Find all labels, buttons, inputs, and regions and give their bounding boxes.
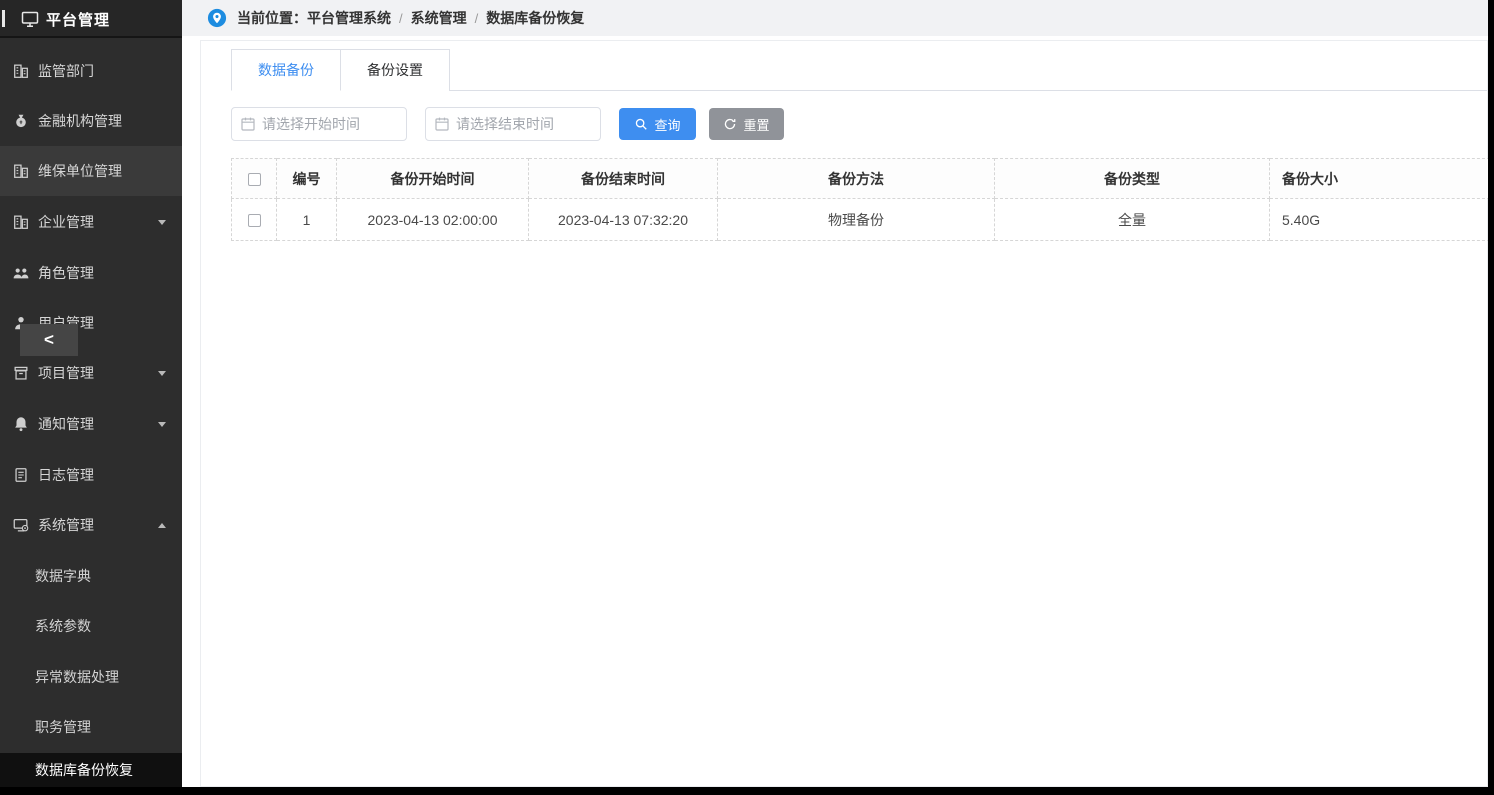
sidebar-collapse-toggle[interactable]: <: [20, 324, 78, 356]
header-start-time: 备份开始时间: [337, 159, 529, 199]
cell-id: 1: [277, 199, 337, 241]
building-icon: [12, 62, 30, 80]
app-window: 平台管理 监管部门 金融机构管理 维保单位管理 企业管理 角色管理 用户管理: [0, 0, 1494, 795]
breadcrumb-segment-db-backup: 数据库备份恢复: [486, 8, 584, 28]
cell-end-time: 2023-04-13 07:32:20: [529, 199, 718, 241]
breadcrumb-segment-platform: 平台管理系统: [307, 8, 391, 28]
sidebar-item-label: 项目管理: [38, 363, 158, 383]
header-type: 备份类型: [995, 159, 1270, 199]
search-icon: [634, 117, 648, 131]
sidebar-subitem-db-backup-restore[interactable]: 数据库备份恢复: [0, 753, 182, 787]
tab-data-backup[interactable]: 数据备份: [231, 49, 341, 91]
bell-icon: [12, 415, 30, 433]
sidebar-item-supervision-dept[interactable]: 监管部门: [0, 46, 182, 96]
select-all-cell: [232, 159, 277, 199]
app-title: 平台管理: [46, 9, 110, 30]
sidebar-item-system[interactable]: 系统管理: [0, 500, 182, 550]
sidebar-item-label: 系统管理: [38, 515, 158, 535]
moneybag-icon: [12, 112, 30, 130]
main-area: 当前位置： 平台管理系统 / 系统管理 / 数据库备份恢复 数据备份 备份设置: [182, 0, 1488, 787]
box-icon: [12, 364, 30, 382]
calendar-icon: [240, 116, 256, 132]
row-checkbox[interactable]: [248, 214, 261, 227]
tab-bar: 数据备份 备份设置: [231, 49, 1487, 91]
refresh-icon: [723, 117, 737, 131]
monitor-icon: [20, 9, 40, 29]
breadcrumb: 当前位置： 平台管理系统 / 系统管理 / 数据库备份恢复: [182, 0, 1488, 36]
row-select-cell: [232, 199, 277, 241]
sidebar-item-label: 通知管理: [38, 414, 158, 434]
screen-edge-right: [1488, 0, 1494, 795]
tab-backup-settings[interactable]: 备份设置: [341, 49, 450, 91]
sidebar-item-role[interactable]: 角色管理: [0, 248, 182, 298]
sidebar-subitem-label: 系统参数: [35, 616, 91, 636]
cell-start-time: 2023-04-13 02:00:00: [337, 199, 529, 241]
location-pin-icon: [207, 8, 227, 28]
sidebar-subitem-label: 数据库备份恢复: [35, 760, 133, 780]
sidebar-item-label: 维保单位管理: [38, 161, 182, 181]
sidebar-subitem-label: 数据字典: [35, 566, 91, 586]
building-icon: [12, 162, 30, 180]
sidebar-item-label: 角色管理: [38, 263, 182, 283]
breadcrumb-prefix: 当前位置：: [237, 8, 307, 28]
collapse-chevron-icon: <: [44, 330, 54, 350]
sidebar-item-notification[interactable]: 通知管理: [0, 399, 182, 449]
building-icon: [12, 213, 30, 231]
sidebar: 平台管理 监管部门 金融机构管理 维保单位管理 企业管理 角色管理 用户管理: [0, 0, 182, 787]
query-button-label: 查询: [654, 115, 680, 134]
breadcrumb-separator: /: [475, 11, 479, 26]
sidebar-item-maintenance-unit[interactable]: 维保单位管理: [0, 146, 182, 196]
sidebar-subitem-position-mgmt[interactable]: 职务管理: [0, 702, 182, 752]
header-end-time: 备份结束时间: [529, 159, 718, 199]
reset-button[interactable]: 重置: [709, 108, 784, 140]
sidebar-item-label: 监管部门: [38, 61, 182, 81]
log-icon: [12, 466, 30, 484]
sidebar-item-label: 金融机构管理: [38, 111, 182, 131]
sidebar-item-label: 日志管理: [38, 465, 182, 485]
filter-row: 查询 重置: [231, 107, 784, 141]
header-id: 编号: [277, 159, 337, 199]
cell-method: 物理备份: [718, 199, 995, 241]
chevron-down-icon: [158, 371, 166, 376]
end-time-input[interactable]: [456, 108, 596, 140]
sidebar-subitem-abnormal-data[interactable]: 异常数据处理: [0, 652, 182, 702]
start-time-picker[interactable]: [231, 107, 407, 141]
sidebar-subitem-label: 职务管理: [35, 717, 91, 737]
chevron-down-icon: [158, 220, 166, 225]
breadcrumb-separator: /: [399, 11, 403, 26]
monitor-gear-icon: [12, 516, 30, 534]
chevron-up-icon: [158, 523, 166, 528]
table-row: 1 2023-04-13 02:00:00 2023-04-13 07:32:2…: [232, 199, 1490, 241]
breadcrumb-segment-system: 系统管理: [411, 8, 467, 28]
start-time-input[interactable]: [262, 108, 402, 140]
end-time-picker[interactable]: [425, 107, 601, 141]
header-method: 备份方法: [718, 159, 995, 199]
table-header-row: 编号 备份开始时间 备份结束时间 备份方法 备份类型 备份大小: [232, 159, 1490, 199]
header-size: 备份大小: [1270, 159, 1490, 199]
sidebar-subitem-data-dictionary[interactable]: 数据字典: [0, 551, 182, 601]
logo-divider: [2, 10, 5, 27]
backup-table: 编号 备份开始时间 备份结束时间 备份方法 备份类型 备份大小 1 2023-0…: [231, 158, 1490, 241]
content-panel: 数据备份 备份设置 查询: [200, 40, 1488, 787]
reset-button-label: 重置: [743, 115, 769, 134]
sidebar-item-label: 企业管理: [38, 212, 158, 232]
query-button[interactable]: 查询: [619, 108, 696, 140]
sidebar-item-enterprise[interactable]: 企业管理: [0, 197, 182, 247]
chevron-down-icon: [158, 422, 166, 427]
app-logo: 平台管理: [0, 0, 182, 38]
users-icon: [12, 264, 30, 282]
sidebar-subitem-label: 异常数据处理: [35, 667, 119, 687]
calendar-icon: [434, 116, 450, 132]
cell-size: 5.40G: [1270, 199, 1490, 241]
sidebar-subitem-system-params[interactable]: 系统参数: [0, 601, 182, 651]
sidebar-item-log[interactable]: 日志管理: [0, 450, 182, 500]
sidebar-item-financial-org[interactable]: 金融机构管理: [0, 96, 182, 146]
screen-edge-bottom: [0, 787, 1494, 795]
cell-type: 全量: [995, 199, 1270, 241]
select-all-checkbox[interactable]: [248, 173, 261, 186]
